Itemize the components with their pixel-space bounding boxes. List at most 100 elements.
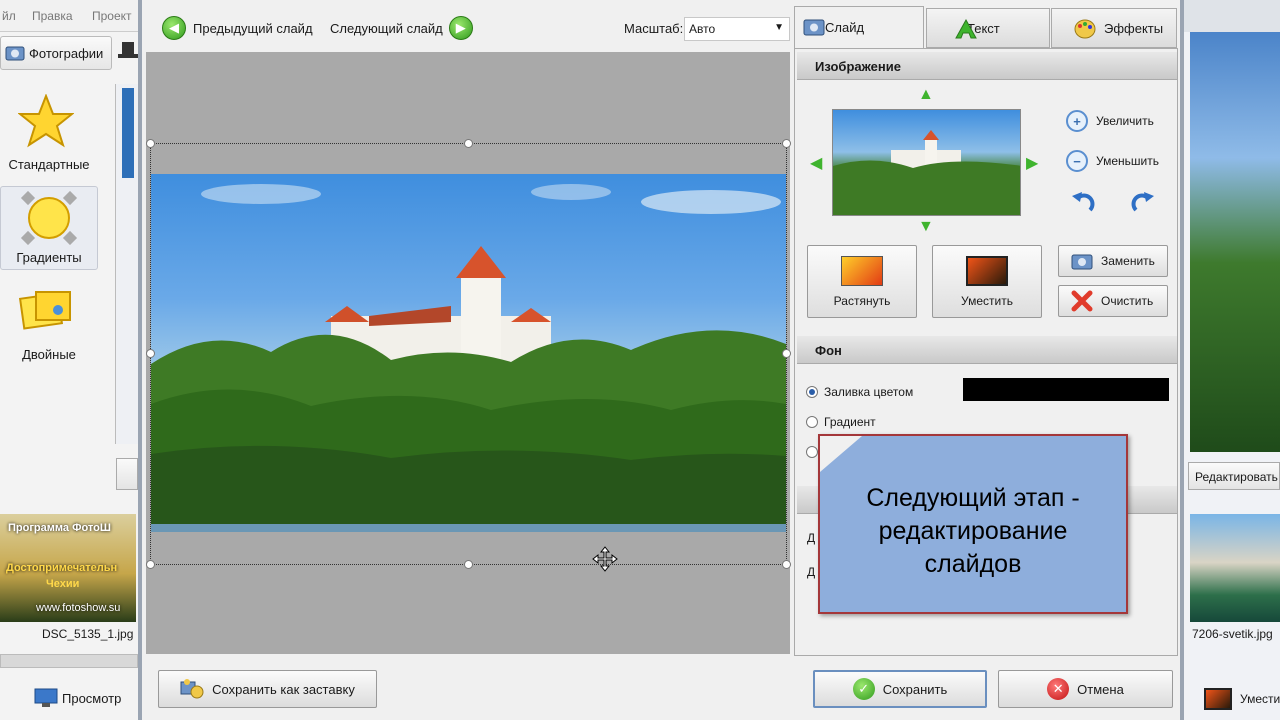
cancel-icon: ✕ [1047,678,1070,700]
cancel-label: Отмена [1077,681,1124,697]
menu-item-edit[interactable]: Правка [32,9,73,23]
radio-fill-color[interactable]: Заливка цветом [806,385,913,399]
resize-handle-right[interactable] [782,349,791,358]
background-section-header: Фон [797,336,1177,364]
arrow-right-icon: ▶ [448,16,473,40]
callout-line-3: слайдов [924,550,1022,578]
thumb-subtitle-2: Чехии [46,578,80,590]
radio-gradient-label: Градиент [824,415,876,429]
checkmark-icon: ✓ [852,678,875,700]
tab-text[interactable]: Текст [926,8,1050,48]
menu-item-project[interactable]: Проект [92,9,132,23]
prev-slide-label: Предыдущий слайд [193,20,313,36]
fill-color-swatch[interactable] [963,378,1169,401]
radio-gradient[interactable]: Градиент [806,415,876,429]
resize-handle-bottom-right[interactable] [782,560,791,569]
zoom-out-icon: − [1066,150,1088,172]
slide-thumbnail-left[interactable]: Программа ФотоШ Достопримечательн Чехии … [0,514,136,622]
close-icon [1071,290,1093,312]
image-preview-thumbnail [832,109,1021,216]
preview-button-label: Просмотр [62,691,122,706]
stretch-label: Растянуть [833,294,891,308]
resize-handle-bottom[interactable] [464,560,473,569]
fit-label: Уместить [961,294,1013,308]
background-left-button-edge[interactable] [116,458,138,490]
chevron-down-icon: ▼ [774,22,784,33]
hat-icon [118,36,138,66]
slide-thumbnail-right[interactable] [1190,514,1280,622]
edit-button[interactable]: Редактировать [1188,462,1280,490]
rotate-right-icon[interactable] [1130,190,1156,216]
stretch-button[interactable]: Растянуть [807,245,917,318]
fit-icon [966,256,1008,286]
arrow-down-icon[interactable]: ▼ [918,218,934,236]
callout-line-1: Следующий этап - [866,484,1080,512]
next-slide-label: Следующий слайд [330,20,443,36]
tab-photos[interactable]: Фотографии [0,36,112,70]
radio-gradient-input[interactable] [806,416,818,428]
gradient-icon [20,191,78,245]
move-cursor-icon [592,546,618,572]
style-double[interactable]: Двойные [0,282,98,366]
resize-handle-top-left[interactable] [146,139,155,148]
thumb-url: www.fotoshow.su [36,602,121,614]
partial-label-1: Д [807,531,816,545]
zoom-out-label: Уменьшить [1096,154,1159,168]
style-gradients[interactable]: Градиенты [0,186,98,270]
thumbnail-filename-left: DSC_5135_1.jpg [42,627,134,641]
double-frame-icon [18,291,71,330]
zoom-select[interactable]: Авто ▼ [684,17,790,41]
radio-photo-input[interactable] [806,446,818,458]
clear-button[interactable]: Очистить [1058,285,1168,317]
thumb-subtitle: Достопримечательн [6,562,118,574]
arrow-right-move-icon[interactable]: ▶ [1026,153,1038,173]
monitor-icon [34,688,58,707]
arrow-up-icon[interactable]: ▲ [918,86,934,104]
photos-icon [5,46,25,61]
cancel-button[interactable]: ✕ Отмена [998,670,1173,708]
resize-handle-top-right[interactable] [782,139,791,148]
style-standard[interactable]: Стандартные [0,92,98,176]
zoom-select-value: Авто [689,22,716,36]
thumbnail-filename-right: 7206-svetik.jpg [1192,627,1273,641]
zoom-in-button[interactable]: + Увеличить [1066,110,1154,132]
save-button[interactable]: ✓ Сохранить [813,670,987,708]
menu-item-file[interactable]: йл [2,9,16,23]
arrow-left-icon: ◀ [162,16,186,40]
preview-button[interactable]: Просмотр [30,686,138,712]
background-menubar: йл Правка Проект [0,0,140,32]
arrow-left-move-icon[interactable]: ◀ [810,153,822,173]
text-tab-icon [955,19,977,39]
next-slide-button[interactable]: Следующий слайд ▶ [330,14,473,42]
radio-fill-color-input[interactable] [806,386,818,398]
slide-tab-icon [803,19,825,36]
replace-label: Заменить [1101,254,1155,268]
fit-button[interactable]: Уместить [932,245,1042,318]
thumb-title: Программа ФотоШ [8,522,111,534]
resize-handle-bottom-left[interactable] [146,560,155,569]
partial-label-2: Д [807,565,816,579]
star-icon [18,94,74,148]
save-as-screensaver-button[interactable]: Сохранить как заставку [158,670,377,708]
zoom-out-button[interactable]: − Уменьшить [1066,150,1159,172]
tab-effects[interactable]: Эффекты [1051,8,1177,48]
background-scrollbar[interactable] [0,654,138,668]
fit-photo-icon [1204,688,1232,710]
background-list-edge [115,84,139,444]
resize-handle-left[interactable] [146,349,155,358]
rotate-left-icon[interactable] [1070,190,1096,216]
fit-button-background[interactable]: Уместить [1200,686,1280,714]
callout-line-2: редактирование [878,517,1068,545]
camera-icon [1071,254,1093,270]
castle-thumbnail-illustration [833,130,1020,215]
save-as-screensaver-label: Сохранить как заставку [212,681,355,697]
fit-button-background-label: Уместить [1240,692,1280,706]
style-gradients-label: Градиенты [16,250,82,265]
replace-button[interactable]: Заменить [1058,245,1168,277]
zoom-in-icon: + [1066,110,1088,132]
tab-slide-label: Слайд [825,20,865,35]
tab-slide[interactable]: Слайд [794,6,924,48]
resize-handle-top[interactable] [464,139,473,148]
prev-slide-button[interactable]: ◀ Предыдущий слайд [162,14,313,42]
slide-photo[interactable] [151,174,786,532]
